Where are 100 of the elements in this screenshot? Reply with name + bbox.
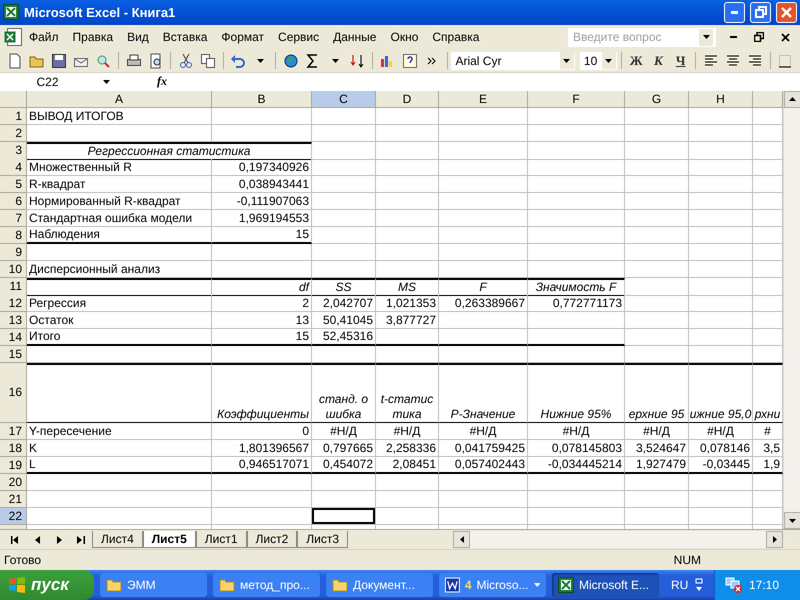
empty-cell xyxy=(689,474,753,491)
new-document-icon xyxy=(6,52,23,69)
menu-item[interactable]: Справка xyxy=(425,28,486,46)
menu-item[interactable]: Данные xyxy=(326,28,384,46)
column-header[interactable]: C xyxy=(312,90,376,108)
help-search-field[interactable]: Введите вопрос xyxy=(568,28,716,47)
column-header[interactable]: B xyxy=(212,90,312,108)
row-header[interactable]: 18 xyxy=(0,440,27,457)
menu-item[interactable]: Вставка xyxy=(156,28,214,46)
row-header[interactable]: 5 xyxy=(0,176,27,193)
sheet-tab[interactable]: Лист5 xyxy=(142,531,196,548)
row-header[interactable]: 6 xyxy=(0,192,27,210)
vertical-scrollbar[interactable] xyxy=(783,90,800,530)
empty-cell xyxy=(376,226,439,244)
chevron-icon xyxy=(427,56,436,65)
table-cell: Остаток xyxy=(27,312,212,329)
up-arrow-icon xyxy=(789,97,796,102)
taskbar-button[interactable]: Microsoft E... xyxy=(552,573,659,597)
menu-item[interactable]: Файл xyxy=(22,28,66,46)
table-cell: 0,078145803 xyxy=(528,440,625,457)
font-size-field[interactable]: 10 xyxy=(580,52,617,70)
row-header[interactable]: 21 xyxy=(0,490,27,508)
insert-function-button[interactable]: fx xyxy=(152,74,172,90)
menu-item[interactable]: Формат xyxy=(214,28,272,46)
empty-cell xyxy=(689,312,753,329)
scissors-icon xyxy=(178,52,194,69)
empty-cell xyxy=(376,142,439,160)
table-cell: 1,969194553 xyxy=(212,210,312,227)
table-cell: R-квадрат xyxy=(27,176,212,193)
sheet-tab[interactable]: Лист4 xyxy=(92,531,143,548)
table-cell: #Н/Д xyxy=(689,422,753,440)
scroll-down-button[interactable] xyxy=(784,512,800,530)
sheet-tab[interactable]: Лист1 xyxy=(196,531,247,548)
taskbar-button[interactable]: Документ... xyxy=(326,573,433,597)
row-header[interactable]: 16 xyxy=(0,362,27,423)
empty-cell xyxy=(625,328,689,346)
table-cell: 0,946517071 xyxy=(212,456,312,474)
row-header[interactable]: 10 xyxy=(0,260,27,278)
empty-cell xyxy=(376,244,439,261)
menu-item[interactable]: Правка xyxy=(66,28,120,46)
right-arrow-icon xyxy=(56,536,62,544)
row-header[interactable]: 22 xyxy=(0,508,27,525)
scroll-left-button[interactable] xyxy=(453,531,470,548)
menu-item[interactable]: Окно xyxy=(383,28,426,46)
taskbar-button[interactable]: метод_про... xyxy=(213,573,320,597)
row-header[interactable]: 3 xyxy=(0,142,27,160)
scroll-right-button[interactable] xyxy=(766,531,783,548)
row-header[interactable]: 19 xyxy=(0,456,27,474)
table-cell: ВЫВОД ИТОГОВ xyxy=(27,108,212,125)
column-header[interactable]: H xyxy=(689,90,753,108)
sheet-tab[interactable]: Лист2 xyxy=(246,531,298,548)
menu-item[interactable]: Сервис xyxy=(271,28,326,46)
scroll-up-button[interactable] xyxy=(784,90,800,108)
row-header[interactable]: 1 xyxy=(0,108,27,125)
row-header[interactable]: 14 xyxy=(0,328,27,346)
taskbar-button[interactable]: ЭММ xyxy=(100,573,207,597)
column-header[interactable]: E xyxy=(439,90,528,108)
italic-button[interactable]: К xyxy=(648,50,669,72)
language-indicator[interactable]: RU xyxy=(671,578,688,592)
window-switch-icon[interactable] xyxy=(694,578,704,592)
bold-button[interactable]: Ж xyxy=(626,50,647,72)
table-cell: Регрессионная статистика xyxy=(27,142,312,160)
row-header[interactable]: 4 xyxy=(0,158,27,176)
spreadsheet-app-icon xyxy=(3,4,19,20)
table-cell: -0,03445 xyxy=(689,456,753,474)
underline-button[interactable]: Ч xyxy=(670,50,692,72)
font-name-field[interactable]: Arial Cyr xyxy=(451,52,575,70)
row-header[interactable]: 17 xyxy=(0,422,27,440)
sheet-tab[interactable]: Лист3 xyxy=(297,531,348,548)
row-header[interactable]: 11 xyxy=(0,278,27,296)
empty-cell xyxy=(689,328,753,346)
table-cell: 0,197340926 xyxy=(212,158,312,176)
table-cell: 0,078146 xyxy=(689,440,753,457)
column-header[interactable]: F xyxy=(528,90,625,108)
empty-cell xyxy=(689,210,753,227)
horizontal-scrollbar[interactable] xyxy=(453,531,783,548)
selected-cell[interactable] xyxy=(312,508,376,525)
row-header[interactable]: 9 xyxy=(0,244,27,261)
folder-icon xyxy=(332,577,348,593)
row-header[interactable]: 13 xyxy=(0,312,27,329)
column-header[interactable]: D xyxy=(376,90,439,108)
first-arrow-icon xyxy=(11,536,19,544)
table-cell: 0,263389667 xyxy=(439,294,528,312)
num-lock-indicator: NUM xyxy=(674,553,701,568)
column-header[interactable]: G xyxy=(625,90,689,108)
table-cell: 2 xyxy=(212,294,312,312)
row-header[interactable]: 15 xyxy=(0,346,27,363)
row-header[interactable]: 20 xyxy=(0,474,27,491)
start-button[interactable]: пуск xyxy=(0,570,94,600)
empty-cell xyxy=(312,490,376,508)
row-header[interactable]: 7 xyxy=(0,210,27,227)
taskbar-button[interactable]: 4 Microso... xyxy=(439,573,546,597)
empty-cell xyxy=(689,142,753,160)
table-cell: Дисперсионный анализ xyxy=(27,260,212,278)
row-header[interactable]: 2 xyxy=(0,124,27,142)
row-header[interactable]: 8 xyxy=(0,226,27,244)
column-header[interactable]: A xyxy=(27,90,212,108)
menu-item[interactable]: Вид xyxy=(120,28,156,46)
network-warning-icon[interactable] xyxy=(725,576,743,594)
row-header[interactable]: 12 xyxy=(0,294,27,312)
